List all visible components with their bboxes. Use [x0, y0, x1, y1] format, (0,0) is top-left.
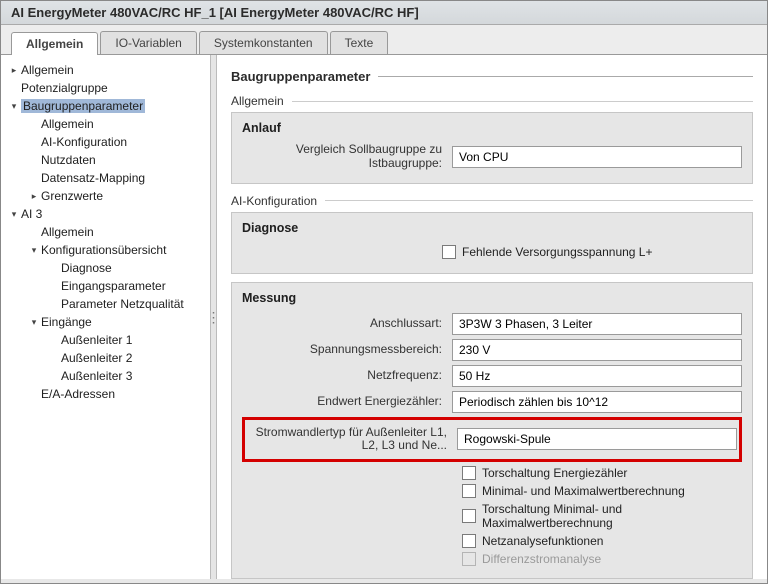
chevron-right-icon: ▸ [9, 65, 19, 76]
chevron-down-icon: ▾ [29, 317, 39, 328]
checkbox-label-messung-0: Torschaltung Energiezähler [482, 466, 627, 480]
checkbox-messung-3[interactable] [462, 534, 476, 548]
tree-item-potenzialgruppe[interactable]: Potenzialgruppe [1, 79, 210, 97]
input-messung-3[interactable] [452, 391, 742, 413]
tree-item-grenzwerte[interactable]: ▸Grenzwerte [1, 187, 210, 205]
chevron-down-icon: ▾ [9, 209, 19, 220]
tree-item-label: Konfigurationsübersicht [41, 243, 166, 257]
tree-item-label: Eingänge [41, 315, 92, 329]
checkbox-label-messung-2: Torschaltung Minimal- und Maximalwertber… [482, 502, 742, 530]
window-title: AI EnergyMeter 480VAC/RC HF_1 [AI Energy… [1, 1, 767, 25]
checkbox-label-messung-3: Netzanalysefunktionen [482, 534, 603, 548]
chevron-down-icon: ▾ [9, 101, 19, 112]
panel-diagnose: Diagnose Fehlende Versorgungsspannung L+ [231, 212, 753, 274]
label-stromwandlertyp: Stromwandlertyp für Außenleiter L1, L2, … [247, 426, 457, 454]
tree-item-label: Allgemein [21, 63, 74, 77]
panel-title-messung: Messung [242, 291, 742, 305]
section-heading-aikonfig: AI-Konfiguration [231, 194, 753, 208]
tree-item-label: Nutzdaten [41, 153, 96, 167]
tree-item-au-enleiter-1[interactable]: Außenleiter 1 [1, 331, 210, 349]
tab-allgemein[interactable]: Allgemein [11, 32, 98, 55]
checkbox-messung-2[interactable] [462, 509, 476, 523]
tree-item-ai-3[interactable]: ▾AI 3 [1, 205, 210, 223]
content-pane: Baugruppenparameter Allgemein Anlauf Ver… [217, 55, 767, 579]
tree-item-konfigurations-bersicht[interactable]: ▾Konfigurationsübersicht [1, 241, 210, 259]
tree-item-label: E/A-Adressen [41, 387, 115, 401]
tree-item-label: Außenleiter 3 [61, 369, 132, 383]
tree-item-label: AI 3 [21, 207, 42, 221]
tab-systemkonstanten[interactable]: Systemkonstanten [199, 31, 328, 54]
input-messung-2[interactable] [452, 365, 742, 387]
input-messung-0[interactable] [452, 313, 742, 335]
tree-item-label: Eingangsparameter [61, 279, 166, 293]
checkbox-messung-4 [462, 552, 476, 566]
section-heading-baugruppenparameter: Baugruppenparameter [231, 69, 753, 84]
tree-item-label: Außenleiter 2 [61, 351, 132, 365]
tree-item-label: Grenzwerte [41, 189, 103, 203]
tree-item-label: Diagnose [61, 261, 112, 275]
label-vergleich: Vergleich Sollbaugruppe zu Istbaugruppe: [242, 143, 452, 171]
device-config-window: AI EnergyMeter 480VAC/RC HF_1 [AI Energy… [0, 0, 768, 584]
checkbox-label-versorgungsspannung: Fehlende Versorgungsspannung L+ [462, 245, 652, 259]
tree-item-au-enleiter-3[interactable]: Außenleiter 3 [1, 367, 210, 385]
label-messung-1: Spannungsmessbereich: [242, 343, 452, 357]
tree-item-baugruppenparameter[interactable]: ▾Baugruppenparameter [1, 97, 210, 115]
tree-item-parameter-netzqualit-t[interactable]: Parameter Netzqualität [1, 295, 210, 313]
tree-item-label: Potenzialgruppe [21, 81, 108, 95]
tree-item-eingangsparameter[interactable]: Eingangsparameter [1, 277, 210, 295]
input-vergleich[interactable] [452, 146, 742, 168]
tab-io-variablen[interactable]: IO-Variablen [100, 31, 196, 54]
tree-item-label: Datensatz-Mapping [41, 171, 145, 185]
body: ▸AllgemeinPotenzialgruppe▾Baugruppenpara… [1, 55, 767, 579]
checkbox-label-messung-1: Minimal- und Maximalwertberechnung [482, 484, 685, 498]
chevron-right-icon: ▸ [29, 191, 39, 202]
input-messung-1[interactable] [452, 339, 742, 361]
tree-item-eing-nge[interactable]: ▾Eingänge [1, 313, 210, 331]
tree-item-label: Außenleiter 1 [61, 333, 132, 347]
tree-item-datensatz-mapping[interactable]: Datensatz-Mapping [1, 169, 210, 187]
label-messung-2: Netzfrequenz: [242, 369, 452, 383]
checkbox-messung-0[interactable] [462, 466, 476, 480]
input-stromwandlertyp[interactable] [457, 428, 737, 450]
checkbox-versorgungsspannung[interactable] [442, 245, 456, 259]
panel-title-anlauf: Anlauf [242, 121, 742, 135]
tree-item-au-enleiter-2[interactable]: Außenleiter 2 [1, 349, 210, 367]
chevron-down-icon: ▾ [29, 245, 39, 256]
section-heading-allgemein: Allgemein [231, 94, 753, 108]
tree-item-e-a-adressen[interactable]: E/A-Adressen [1, 385, 210, 403]
tree-item-allgemein[interactable]: Allgemein [1, 115, 210, 133]
tree-item-label: Baugruppenparameter [21, 99, 145, 113]
tree-item-nutzdaten[interactable]: Nutzdaten [1, 151, 210, 169]
checkbox-label-messung-4: Differenzstromanalyse [482, 552, 601, 566]
tab-strip: AllgemeinIO-VariablenSystemkonstantenTex… [1, 25, 767, 55]
label-messung-3: Endwert Energiezähler: [242, 395, 452, 409]
panel-anlauf: Anlauf Vergleich Sollbaugruppe zu Istbau… [231, 112, 753, 184]
tab-texte[interactable]: Texte [330, 31, 389, 54]
panel-title-diagnose: Diagnose [242, 221, 742, 235]
tree-item-allgemein[interactable]: Allgemein [1, 223, 210, 241]
tree-item-allgemein[interactable]: ▸Allgemein [1, 61, 210, 79]
checkbox-messung-1[interactable] [462, 484, 476, 498]
tree-item-label: Allgemein [41, 225, 94, 239]
label-messung-0: Anschlussart: [242, 317, 452, 331]
highlight-stromwandlertyp: Stromwandlertyp für Außenleiter L1, L2, … [242, 417, 742, 463]
tree-item-ai-konfiguration[interactable]: AI-Konfiguration [1, 133, 210, 151]
tree-item-label: Parameter Netzqualität [61, 297, 184, 311]
tree-item-diagnose[interactable]: Diagnose [1, 259, 210, 277]
tree-item-label: Allgemein [41, 117, 94, 131]
nav-tree: ▸AllgemeinPotenzialgruppe▾Baugruppenpara… [1, 55, 211, 579]
panel-messung: Messung Anschlussart: Spannungsmessbereic… [231, 282, 753, 579]
tree-item-label: AI-Konfiguration [41, 135, 127, 149]
